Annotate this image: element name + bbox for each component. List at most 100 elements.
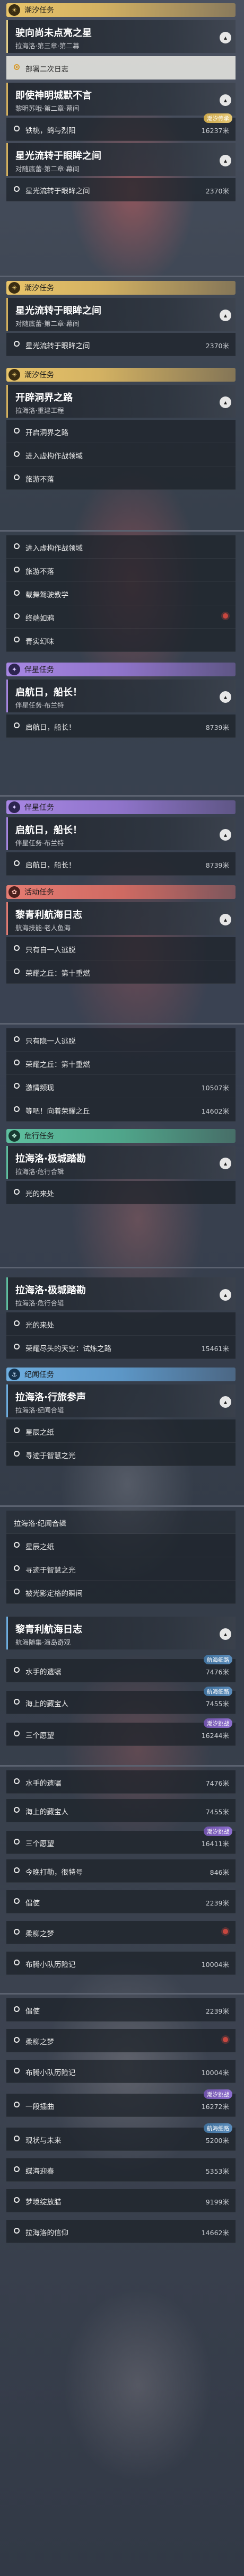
objective-row[interactable]: 布腾小队历险记 10004米 [6, 2060, 236, 2083]
radio-icon [14, 1036, 20, 1042]
objective-row[interactable]: 光的来处 [6, 1312, 236, 1336]
objective-label: 海上的藏宝人 [25, 1700, 68, 1708]
objective-row[interactable]: 现状与未来 航海细路 5200米 [6, 2123, 236, 2151]
objective-row[interactable]: 今晚打勒，很特号 846米 [6, 1859, 236, 1883]
category-header[interactable]: ✦ 伴星任务 [6, 663, 236, 676]
objective-row[interactable]: 只有自一人逃脱 [6, 937, 236, 960]
objective-row[interactable]: 柔柳之梦 [6, 1921, 236, 1944]
objective-row[interactable]: 三个愿望 潮汐挑战 16411米 [6, 1827, 236, 1854]
objective-row[interactable]: 梦境绽放腊 9199米 [6, 2189, 236, 2212]
radio-icon [14, 1898, 20, 1904]
objective-row[interactable]: 寻迹于智慧之光 [6, 1557, 236, 1581]
distance-label: 5353米 [205, 2167, 229, 2175]
chevron-up-icon[interactable]: ▴ [220, 1289, 231, 1301]
quest-header[interactable]: 拉海洛·行旅参声 拉海洛·纪闻合辑 ▴ [6, 1384, 236, 1417]
quest-subtitle: 拉海洛·重建工程 [15, 407, 64, 414]
quest-header[interactable]: 驶向尚未点亮之星 拉海洛·第三章·第二幕 ▴ [6, 20, 236, 53]
quest-header[interactable]: 启航日，船长！ 伴星任务·布兰特 ▴ [6, 817, 236, 850]
quest-header[interactable]: 黎青利航海日志 航海技能·老人鱼海 ▴ [6, 902, 236, 935]
objective-row[interactable]: 星光流转于眼眸之间 2370米 [6, 333, 236, 356]
distance-label: 14662米 [201, 2229, 229, 2237]
category-header[interactable]: ❖ 危行任务 [6, 1129, 236, 1143]
objective-row[interactable]: 终端如鸦 [6, 605, 236, 629]
objective-row[interactable]: 三个愿望 潮汐挑战 16244米 [6, 1718, 236, 1746]
chevron-up-icon[interactable]: ▴ [220, 1158, 231, 1169]
objective-row[interactable]: 光的来处 [6, 1181, 236, 1204]
objective-label: 进入虚构作战领域 [25, 452, 83, 461]
objective-row[interactable]: 开启洞界之路 [6, 420, 236, 443]
quest-header[interactable]: 启航日，船长！ 伴星任务·布兰特 ▴ [6, 680, 236, 712]
quest-title: 星光流转于眼眸之间 [15, 151, 101, 162]
chevron-up-icon[interactable]: ▴ [220, 691, 231, 703]
objective-row[interactable]: 寻迹于智慧之光 [6, 1443, 236, 1466]
objective-row[interactable]: 倡使 2239米 [6, 1998, 236, 2022]
objective-row[interactable]: 进入虚构作战领域 [6, 443, 236, 466]
objective-row[interactable]: 启航日，船长！ 8739米 [6, 714, 236, 738]
objective-row[interactable]: 被光影定格的瞬间 [6, 1581, 236, 1604]
objective-row[interactable]: 拉海洛的信仰 14662米 [6, 2220, 236, 2243]
objective-label: 今晚打勒，很特号 [25, 1868, 83, 1877]
objective-row[interactable]: 布腾小队历险记 10004米 [6, 1952, 236, 1975]
chevron-up-icon[interactable]: ▴ [220, 155, 231, 166]
objective-row[interactable]: 荣耀之丘：第十重燃 [6, 960, 236, 984]
chevron-up-icon[interactable]: ▴ [220, 310, 231, 321]
category-header[interactable]: ☀ 潮汐任务 [6, 281, 236, 295]
chevron-up-icon[interactable]: ▴ [220, 1396, 231, 1408]
quest-header[interactable]: 星光流转于眼眸之间 对随底蕾·第二章·幕间 ▴ [6, 298, 236, 331]
objective-row[interactable]: 一段插曲 潮汐挑战 16272米 [6, 2089, 236, 2117]
objective-row[interactable]: 青实幻味 [6, 629, 236, 652]
category-header[interactable]: ☀ 潮汐任务 [6, 3, 236, 17]
objective-row[interactable]: 旅游不落 [6, 559, 236, 582]
chevron-up-icon[interactable]: ▴ [220, 396, 231, 408]
objective-row[interactable]: 水手的遗嘱 航海细路 7476米 [6, 1655, 236, 1682]
chevron-up-icon[interactable]: ▴ [220, 914, 231, 925]
category-header[interactable]: ☀ 潮汐任务 [6, 368, 236, 382]
distance-label: 2239米 [205, 2007, 229, 2015]
objective-row[interactable]: 等吧！向着荣耀之丘 14602米 [6, 1098, 236, 1122]
objective-row[interactable]: 海上的藏宝人 航海细路 7455米 [6, 1687, 236, 1714]
quest-header[interactable]: 开辟洞界之路 拉海洛·重建工程 ▴ [6, 385, 236, 418]
objective-row[interactable]: 海上的藏宝人 7455米 [6, 1799, 236, 1822]
objective-row[interactable]: 启航日，船长！ 8739米 [6, 852, 236, 876]
radio-icon [14, 1667, 20, 1673]
objective-label: 进入虚构作战领域 [25, 544, 83, 553]
quest-title: 黎青利航海日志 [15, 1624, 82, 1635]
quest-subtitle: 拉海洛·纪闻合辑 [15, 1406, 64, 1414]
objective-row[interactable]: 荣耀之丘：第十重燃 [6, 1052, 236, 1075]
objective-row[interactable]: 激情频现 10507米 [6, 1075, 236, 1098]
quest-header[interactable]: 黎青利航海日志 航海随集·海岛奇观 ▴ [6, 1617, 236, 1649]
chevron-up-icon[interactable]: ▴ [220, 829, 231, 841]
quest-header[interactable]: 星光流转于眼眸之间 对随底蕾·第二章·幕间 ▴ [6, 143, 236, 176]
category-header[interactable]: ✿ 活动任务 [6, 885, 236, 899]
objective-row[interactable]: 荣耀尽头的天空：试炼之路 15461米 [6, 1336, 236, 1359]
objective-row[interactable]: 星辰之纸 [6, 1419, 236, 1443]
distance-label: 16244米 [201, 1732, 229, 1740]
quest-header[interactable]: 拉海洛·极城踏勘 拉海洛·危行合辑 ▴ [6, 1277, 236, 1310]
category-header[interactable]: ⚓ 纪闻任务 [6, 1368, 236, 1381]
quest-header[interactable]: 即使神明城默不言 黎明苏哦·第二章·幕间 ▴ [6, 83, 236, 116]
objective-label: 只有自一人逃脱 [25, 946, 76, 955]
chevron-up-icon[interactable]: ▴ [220, 94, 231, 106]
quest-header[interactable]: 拉海洛·极城踏勘 拉海洛·危行合辑 ▴ [6, 1146, 236, 1179]
chevron-up-icon[interactable]: ▴ [220, 32, 231, 43]
objective-row-active[interactable]: 部署二次日志 [6, 56, 236, 80]
category-label: 危行任务 [24, 1132, 54, 1141]
objective-row[interactable]: 铁桃，鸽与烈阳 潮汐传承 16237米 [6, 113, 236, 141]
category-header[interactable]: ✦ 伴星任务 [6, 800, 236, 814]
objective-row[interactable]: 水手的遗嘱 7476米 [6, 1770, 236, 1794]
objective-row[interactable]: 旅游不落 [6, 466, 236, 490]
objective-row[interactable]: 进入虚构作战领域 [6, 535, 236, 559]
objective-row[interactable]: 星辰之纸 [6, 1534, 236, 1557]
objective-row[interactable]: 蝶海迎春 5353米 [6, 2158, 236, 2182]
divider [0, 1993, 244, 1995]
radio-icon [14, 1731, 20, 1736]
objective-row[interactable]: 倡使 2239米 [6, 1890, 236, 1913]
quest-subtitle: 拉海洛·危行合辑 [15, 1168, 64, 1176]
radio-icon [14, 1320, 20, 1326]
objective-row[interactable]: 星光流转于眼眸之间 2370米 [6, 178, 236, 201]
objective-row[interactable]: 载舞驾驶教学 [6, 582, 236, 605]
radio-icon [14, 2228, 20, 2234]
chevron-up-icon[interactable]: ▴ [220, 1628, 231, 1640]
objective-row[interactable]: 柔柳之梦 [6, 2029, 236, 2052]
objective-row[interactable]: 只有隐一人逃脱 [6, 1028, 236, 1052]
